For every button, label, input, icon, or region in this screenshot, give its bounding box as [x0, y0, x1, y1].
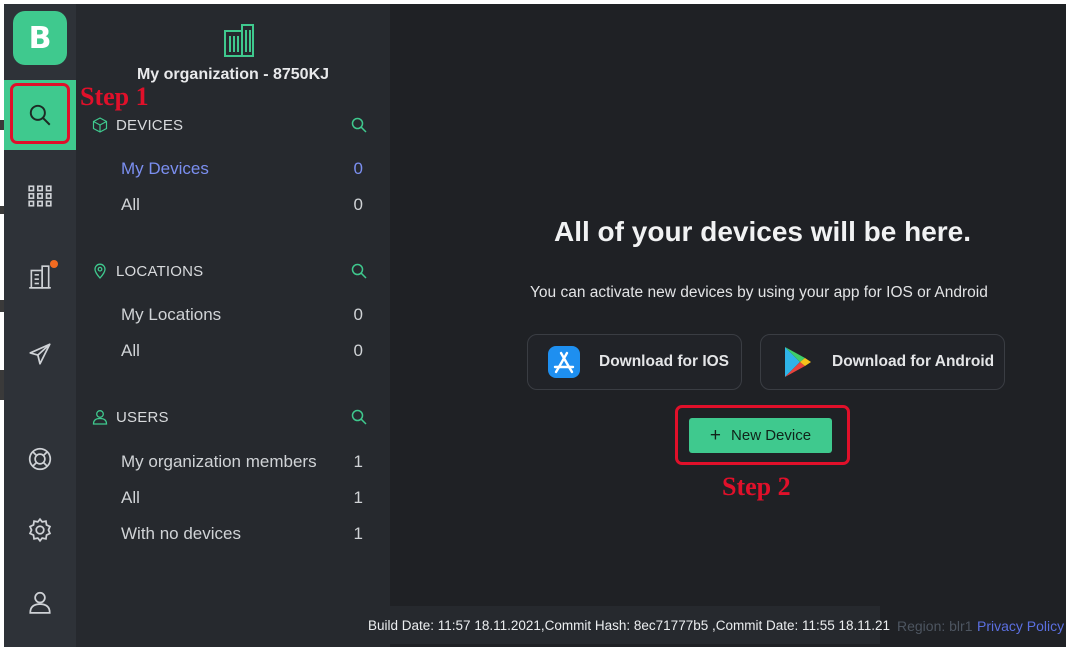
step2-highlight-box — [675, 405, 850, 465]
android-button-label: Download for Android — [832, 353, 995, 370]
download-ios-button[interactable]: Download for IOS — [527, 334, 742, 390]
item-count: 1 — [353, 524, 363, 543]
region-label: Region: blr1 — [897, 618, 973, 634]
organization-building-icon — [224, 24, 254, 57]
item-label: All — [121, 341, 140, 360]
app-logo[interactable]: B — [13, 11, 67, 65]
rail-profile-button[interactable] — [4, 567, 76, 637]
item-count: 0 — [353, 305, 363, 324]
item-label: All — [121, 195, 140, 214]
section-users-header: USERS — [92, 406, 368, 428]
item-label: My Locations — [121, 305, 222, 324]
item-count: 0 — [353, 159, 363, 178]
rail-organization-button[interactable] — [4, 242, 76, 312]
section-title: DEVICES — [116, 116, 184, 134]
item-count: 0 — [353, 341, 363, 360]
item-label: With no devices — [121, 524, 241, 543]
ios-button-label: Download for IOS — [599, 353, 730, 370]
grid-icon — [28, 185, 52, 207]
item-count: 1 — [353, 452, 363, 471]
sidebar-item-all-users[interactable]: All 1 — [121, 486, 363, 510]
location-pin-icon — [94, 263, 106, 279]
search-locations-icon[interactable] — [350, 262, 368, 280]
item-label: My organization members — [121, 452, 317, 471]
build-info-text: Build Date: 11:57 18.11.2021,Commit Hash… — [368, 617, 891, 633]
rail-send-button[interactable] — [4, 319, 76, 389]
sidebar-item-all-devices[interactable]: All 0 — [121, 193, 363, 217]
privacy-policy-link[interactable]: Privacy Policy — [977, 618, 1064, 634]
main-content — [390, 4, 1066, 647]
sidebar-item-no-devices[interactable]: With no devices 1 — [121, 522, 363, 546]
logo-letter: B — [28, 20, 52, 56]
google-play-icon — [785, 347, 811, 377]
rail-support-button[interactable] — [4, 424, 76, 494]
search-users-icon[interactable] — [350, 408, 368, 426]
section-title: USERS — [116, 408, 169, 426]
lifebuoy-icon — [28, 447, 52, 471]
user-outline-icon — [92, 410, 108, 425]
sidebar-item-org-members[interactable]: My organization members 1 — [121, 450, 363, 474]
sidebar-item-all-locations[interactable]: All 0 — [121, 339, 363, 363]
section-title: LOCATIONS — [116, 262, 204, 280]
gear-icon — [28, 517, 52, 543]
item-label: My Devices — [121, 159, 209, 178]
screenshot-frame: B My organization - 8750KJ DEVICES My De… — [0, 0, 1070, 651]
search-devices-icon[interactable] — [350, 116, 368, 134]
rail-apps-button[interactable] — [4, 161, 76, 231]
empty-state-subline: You can activate new devices by using yo… — [530, 284, 988, 301]
empty-state-headline: All of your devices will be here. — [554, 216, 972, 247]
app-store-icon — [548, 346, 580, 378]
item-count: 0 — [353, 195, 363, 214]
download-android-button[interactable]: Download for Android — [760, 334, 1005, 390]
step1-label: Step 1 — [80, 82, 149, 111]
paper-plane-icon — [29, 343, 51, 365]
item-count: 1 — [353, 488, 363, 507]
step2-label: Step 2 — [722, 472, 791, 501]
step1-highlight-box — [10, 83, 70, 144]
user-icon — [29, 591, 51, 614]
section-devices-header: DEVICES — [92, 114, 368, 136]
notification-dot — [50, 260, 58, 268]
sidebar-item-my-locations[interactable]: My Locations 0 — [121, 303, 363, 327]
building-icon — [29, 265, 51, 289]
cube-icon — [92, 117, 108, 133]
sidebar-item-my-devices[interactable]: My Devices 0 — [121, 157, 363, 181]
item-label: All — [121, 488, 140, 507]
build-info-bar: Build Date: 11:57 18.11.2021,Commit Hash… — [362, 606, 890, 644]
rail-settings-button[interactable] — [4, 495, 76, 565]
section-locations-header: LOCATIONS — [92, 260, 368, 282]
